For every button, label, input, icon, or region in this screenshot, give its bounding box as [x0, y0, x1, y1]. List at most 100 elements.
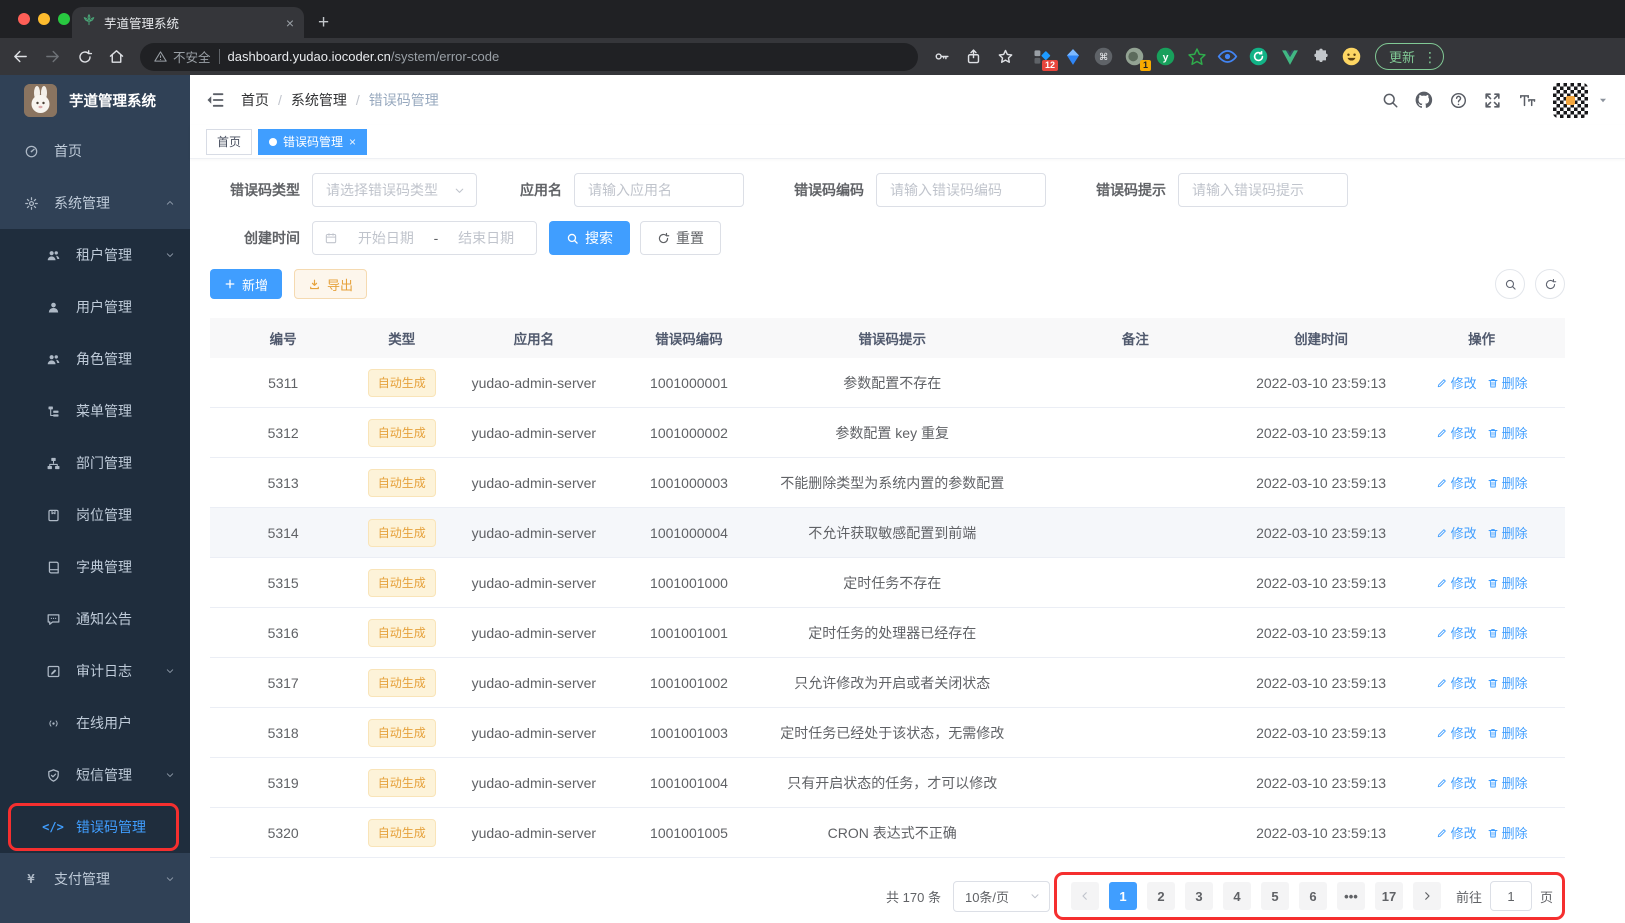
- sidebar-item-post-badge[interactable]: 岗位管理: [0, 489, 190, 541]
- sidebar-item-dictionary-book[interactable]: 字典管理: [0, 541, 190, 593]
- delete-link[interactable]: 删除: [1487, 773, 1528, 792]
- delete-link[interactable]: 删除: [1487, 723, 1528, 742]
- window-zoom-button[interactable]: [58, 13, 70, 25]
- font-size-icon[interactable]: [1517, 91, 1538, 110]
- extension-refresh-icon[interactable]: [1246, 44, 1271, 69]
- sidebar-item-menu-tree[interactable]: 菜单管理: [0, 385, 190, 437]
- extension-kite-icon[interactable]: [1060, 44, 1085, 69]
- error-type-select[interactable]: 请选择错误码类型: [312, 173, 477, 207]
- browser-tab[interactable]: 芋道管理系统 ×: [72, 7, 304, 38]
- page-button-1[interactable]: 1: [1108, 882, 1137, 910]
- delete-link[interactable]: 删除: [1487, 623, 1528, 642]
- error-code-input[interactable]: [876, 173, 1046, 207]
- edit-link[interactable]: 修改: [1436, 623, 1477, 642]
- edit-link[interactable]: 修改: [1436, 723, 1477, 742]
- share-icon[interactable]: [959, 42, 988, 71]
- delete-link[interactable]: 删除: [1487, 573, 1528, 592]
- delete-link[interactable]: 删除: [1487, 523, 1528, 542]
- new-tab-button[interactable]: +: [318, 12, 329, 34]
- home-button[interactable]: [102, 42, 131, 71]
- page-button-5[interactable]: 5: [1260, 882, 1289, 910]
- tag-active[interactable]: 错误码管理 ×: [258, 128, 368, 155]
- password-key-icon[interactable]: [927, 42, 956, 71]
- add-button[interactable]: 新增: [210, 269, 283, 299]
- reload-button[interactable]: [70, 42, 99, 71]
- extension-star-icon[interactable]: [1184, 44, 1209, 69]
- edit-link[interactable]: 修改: [1436, 523, 1477, 542]
- sidebar-item-tenant-users[interactable]: 租户管理: [0, 229, 190, 281]
- browser-update-button[interactable]: 更新 ⋮: [1375, 43, 1445, 70]
- edit-link[interactable]: 修改: [1436, 573, 1477, 592]
- edit-link[interactable]: 修改: [1436, 673, 1477, 692]
- extension-eye-icon[interactable]: [1215, 44, 1240, 69]
- window-minimize-button[interactable]: [38, 13, 50, 25]
- extension-puzzle-icon[interactable]: [1308, 44, 1333, 69]
- extension-squares-icon[interactable]: 12: [1029, 44, 1058, 71]
- sidebar-item-department-tree[interactable]: 部门管理: [0, 437, 190, 489]
- sidebar-item-audit-log[interactable]: 审计日志: [0, 645, 190, 697]
- page-button-3[interactable]: 3: [1184, 882, 1213, 910]
- page-size-select[interactable]: 10条/页: [952, 880, 1050, 912]
- edit-link[interactable]: 修改: [1436, 373, 1477, 392]
- sidebar-item-user[interactable]: 用户管理: [0, 281, 190, 333]
- prev-page-button[interactable]: [1070, 882, 1099, 910]
- bookmark-star-icon[interactable]: [991, 42, 1020, 71]
- extension-command-icon[interactable]: ⌘: [1091, 44, 1116, 69]
- fullscreen-icon[interactable]: [1483, 91, 1502, 110]
- breadcrumb-item[interactable]: 系统管理: [291, 90, 347, 110]
- breadcrumb-item[interactable]: 首页: [241, 90, 269, 110]
- reset-button[interactable]: 重置: [640, 221, 721, 255]
- delete-link[interactable]: 删除: [1487, 673, 1528, 692]
- error-hint-input[interactable]: [1178, 173, 1348, 207]
- sidebar-item-gear[interactable]: 系统管理: [0, 177, 190, 229]
- user-qr-avatar[interactable]: [1553, 82, 1588, 118]
- tab-close-icon[interactable]: ×: [286, 15, 294, 31]
- sidebar-item-payment-yen[interactable]: ¥ 支付管理: [0, 853, 190, 905]
- extension-dot-icon[interactable]: 1: [1122, 44, 1151, 71]
- security-status[interactable]: 不安全: [154, 47, 211, 66]
- caret-down-icon[interactable]: [1597, 94, 1609, 106]
- sidebar-logo[interactable]: 芋道管理系统: [0, 75, 190, 125]
- delete-link[interactable]: 删除: [1487, 373, 1528, 392]
- more-pages-button[interactable]: •••: [1336, 882, 1365, 910]
- extension-emoji-icon[interactable]: [1339, 44, 1364, 69]
- goto-page-input[interactable]: [1489, 881, 1532, 911]
- sidebar-collapse-icon[interactable]: [205, 90, 225, 110]
- sidebar-item-roles[interactable]: 角色管理: [0, 333, 190, 385]
- edit-link[interactable]: 修改: [1436, 773, 1477, 792]
- sidebar-item-dashboard[interactable]: 首页: [0, 125, 190, 177]
- page-button-17[interactable]: 17: [1374, 882, 1403, 910]
- browser-menu-icon[interactable]: ⋮: [1423, 50, 1437, 64]
- app-name-input[interactable]: [574, 173, 744, 207]
- tag-item[interactable]: 首页: [206, 128, 253, 155]
- refresh-table-button[interactable]: [1535, 269, 1565, 299]
- extension-letter-icon[interactable]: y: [1153, 44, 1178, 69]
- next-page-button[interactable]: [1412, 882, 1441, 910]
- delete-link[interactable]: 删除: [1487, 823, 1528, 842]
- delete-link[interactable]: 删除: [1487, 473, 1528, 492]
- search-icon[interactable]: [1381, 91, 1399, 109]
- page-button-6[interactable]: 6: [1298, 882, 1327, 910]
- tag-close-icon[interactable]: ×: [349, 135, 356, 149]
- sidebar-item-error-code[interactable]: </> 错误码管理: [0, 801, 190, 853]
- date-range-picker[interactable]: 开始日期 - 结束日期: [312, 221, 537, 255]
- address-bar[interactable]: 不安全 dashboard.yudao.iocoder.cn/system/er…: [140, 42, 918, 71]
- github-icon[interactable]: [1414, 90, 1434, 110]
- sidebar-item-sms-shield[interactable]: 短信管理: [0, 749, 190, 801]
- help-icon[interactable]: [1449, 91, 1468, 110]
- page-button-4[interactable]: 4: [1222, 882, 1251, 910]
- search-button[interactable]: 搜索: [549, 221, 630, 255]
- edit-link[interactable]: 修改: [1436, 823, 1477, 842]
- window-close-button[interactable]: [18, 13, 30, 25]
- edit-link[interactable]: 修改: [1436, 423, 1477, 442]
- sidebar-item-announcement[interactable]: 通知公告: [0, 593, 190, 645]
- export-button[interactable]: 导出: [294, 269, 368, 299]
- delete-link[interactable]: 删除: [1487, 423, 1528, 442]
- show-search-toggle-button[interactable]: [1495, 269, 1525, 299]
- extension-vue-icon[interactable]: [1277, 44, 1302, 69]
- sidebar-item-online-users[interactable]: 在线用户: [0, 697, 190, 749]
- page-button-2[interactable]: 2: [1146, 882, 1175, 910]
- forward-button[interactable]: [38, 42, 67, 71]
- back-button[interactable]: [6, 42, 35, 71]
- edit-link[interactable]: 修改: [1436, 473, 1477, 492]
